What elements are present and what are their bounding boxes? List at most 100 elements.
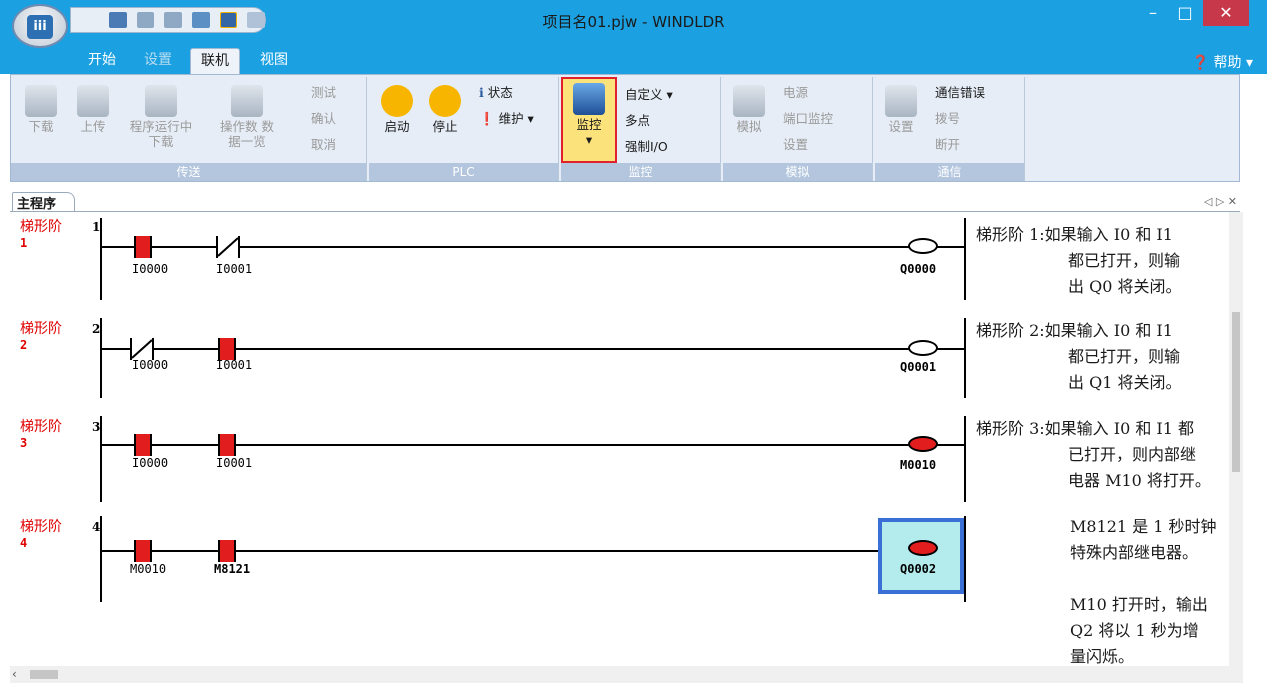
comm-settings-icon xyxy=(885,85,917,117)
plc-group-label: PLC xyxy=(369,163,558,181)
monitor-button[interactable]: 监控 ▾ xyxy=(561,77,617,163)
title-bar: 项目名01.pjw - WINDLDR – □ ✕ xyxy=(0,0,1267,40)
operand-list-icon xyxy=(231,85,263,117)
upload-label: 上传 xyxy=(80,119,106,134)
coil-operand: M0010 xyxy=(900,458,937,472)
download-button[interactable]: 下载 xyxy=(21,85,61,134)
download-icon xyxy=(25,85,57,117)
help-button[interactable]: ❓ 帮助 ▾ xyxy=(1192,52,1253,72)
dial-button[interactable]: 拨号 xyxy=(935,111,960,127)
maximize-button[interactable]: □ xyxy=(1170,0,1200,26)
status-button[interactable]: ℹ 状态 xyxy=(479,85,513,101)
tab-online[interactable]: 联机 xyxy=(190,48,240,74)
contact-no[interactable] xyxy=(134,540,152,562)
contact-no[interactable] xyxy=(218,540,236,562)
tab-home[interactable]: 开始 xyxy=(78,48,126,74)
horizontal-scroll-thumb[interactable] xyxy=(30,670,58,679)
left-power-rail xyxy=(100,516,102,602)
contact-operand: I0001 xyxy=(216,456,253,470)
comment-line: 都已打开，则输 xyxy=(1068,347,1181,366)
comm-error-button[interactable]: 通信错误 xyxy=(935,85,985,101)
contact-no[interactable] xyxy=(134,236,152,258)
monitor-icon xyxy=(573,83,605,115)
rung-comment: 梯形阶 1:如果输入 I0 和 I1 都已打开，则输出 Q0 将关闭。 xyxy=(976,222,1236,300)
multipoint-button[interactable]: 多点 xyxy=(625,113,650,129)
run-download-button[interactable]: 程序运行中下载 xyxy=(129,85,193,149)
test-button[interactable]: 测试 xyxy=(311,85,336,101)
simulate-icon xyxy=(733,85,765,117)
contact-nc[interactable] xyxy=(216,236,240,258)
ladder-editor[interactable]: 梯形阶 1 1 I0000 I0001 Q0000 梯形阶 1:如果输入 I0 … xyxy=(10,212,1240,683)
minimize-button[interactable]: – xyxy=(1138,0,1168,26)
ribbon-tabs: 开始 设置 联机 视图 ❓ 帮助 ▾ xyxy=(0,40,1267,74)
application-button[interactable]: iii xyxy=(12,4,68,48)
run-download-label: 程序运行中下载 xyxy=(129,119,193,149)
upload-button[interactable]: 上传 xyxy=(73,85,113,134)
contact-no[interactable] xyxy=(218,338,236,360)
scroll-left-icon[interactable]: ‹ xyxy=(12,667,17,681)
comm-settings-label: 设置 xyxy=(888,119,914,134)
contact-operand: I0000 xyxy=(132,262,169,276)
ribbon-panel: 下载 上传 程序运行中下载 操作数 数据一览 测试 确认 取消 传送 启动 停止… xyxy=(10,74,1240,182)
port-monitor-button[interactable]: 端口监控 xyxy=(783,111,833,127)
rung-index: 3 xyxy=(20,436,28,450)
coil-output[interactable] xyxy=(908,340,938,356)
comment-line: 量闪烁。 xyxy=(1070,647,1135,666)
app-logo-icon: iii xyxy=(27,15,53,39)
stop-button[interactable]: 停止 xyxy=(425,85,465,134)
group-monitor: 监控 ▾ 自定义 ▾ 多点 强制I/O 监控 xyxy=(561,77,721,181)
close-button[interactable]: ✕ xyxy=(1203,0,1249,26)
contact-no[interactable] xyxy=(134,434,152,456)
coil-output[interactable] xyxy=(908,238,938,254)
rung-label: 梯形阶 xyxy=(20,219,62,235)
maintenance-label: 维护 xyxy=(498,111,524,126)
play-icon xyxy=(381,85,413,117)
selected-coil-cell[interactable] xyxy=(878,518,964,594)
simulate-settings-button[interactable]: 设置 xyxy=(783,137,808,153)
status-label: 状态 xyxy=(487,85,513,100)
tab-view[interactable]: 视图 xyxy=(250,48,298,74)
simulate-group-label: 模拟 xyxy=(723,163,872,181)
rung-label: 梯形阶 xyxy=(20,321,62,337)
left-power-rail xyxy=(100,416,102,502)
comment-line: 都已打开，则输 xyxy=(1068,251,1181,270)
download-label: 下载 xyxy=(28,119,54,134)
power-button[interactable]: 电源 xyxy=(783,85,808,101)
right-power-rail xyxy=(964,516,966,602)
operand-list-button[interactable]: 操作数 数据一览 xyxy=(215,85,279,149)
rung-comment: 梯形阶 3:如果输入 I0 和 I1 都已打开，则内部继 电器 M10 将打开。 xyxy=(976,416,1240,494)
run-download-icon xyxy=(145,85,177,117)
doc-tab-main-program[interactable]: 主程序 xyxy=(12,192,76,212)
monitor-label: 监控 xyxy=(576,117,602,132)
disconnect-button[interactable]: 断开 xyxy=(935,137,960,153)
comm-settings-button[interactable]: 设置 xyxy=(881,85,921,134)
horizontal-scrollbar[interactable]: ‹ xyxy=(10,666,1229,683)
rung-index: 2 xyxy=(20,338,28,352)
window-title: 项目名01.pjw - WINDLDR xyxy=(542,13,725,31)
start-button[interactable]: 启动 xyxy=(377,85,417,134)
contact-no[interactable] xyxy=(218,434,236,456)
vertical-scrollbar[interactable] xyxy=(1229,212,1243,683)
coil-operand: Q0002 xyxy=(900,562,937,576)
maintenance-button[interactable]: ❗ 维护 ▾ xyxy=(479,111,534,127)
coil-output[interactable] xyxy=(908,540,938,556)
rung-comment: M8121 是 1 秒时钟 特殊内部继电器。 M10 打开时，输出 Q2 将以 1 秒… xyxy=(1070,514,1230,670)
left-power-rail xyxy=(100,218,102,300)
group-transfer: 下载 上传 程序运行中下载 操作数 数据一览 测试 确认 取消 传送 xyxy=(11,77,367,181)
cancel-button[interactable]: 取消 xyxy=(311,137,336,153)
tab-settings[interactable]: 设置 xyxy=(134,48,182,74)
force-io-button[interactable]: 强制I/O xyxy=(625,139,668,155)
right-power-rail xyxy=(964,416,966,502)
contact-operand: I0001 xyxy=(216,358,253,372)
coil-output[interactable] xyxy=(908,436,938,452)
comment-line: 出 Q1 将关闭。 xyxy=(1068,373,1182,392)
custom-button[interactable]: 自定义 ▾ xyxy=(625,87,673,103)
contact-nc[interactable] xyxy=(130,338,154,360)
stop-label: 停止 xyxy=(432,119,458,134)
vertical-scroll-thumb[interactable] xyxy=(1232,312,1240,472)
confirm-button[interactable]: 确认 xyxy=(311,111,336,127)
doc-tab-controls[interactable]: ◁ ▷ ✕ xyxy=(1204,195,1237,208)
comment-line: 出 Q0 将关闭。 xyxy=(1068,277,1182,296)
right-power-rail xyxy=(964,218,966,300)
simulate-button[interactable]: 模拟 xyxy=(729,85,769,134)
